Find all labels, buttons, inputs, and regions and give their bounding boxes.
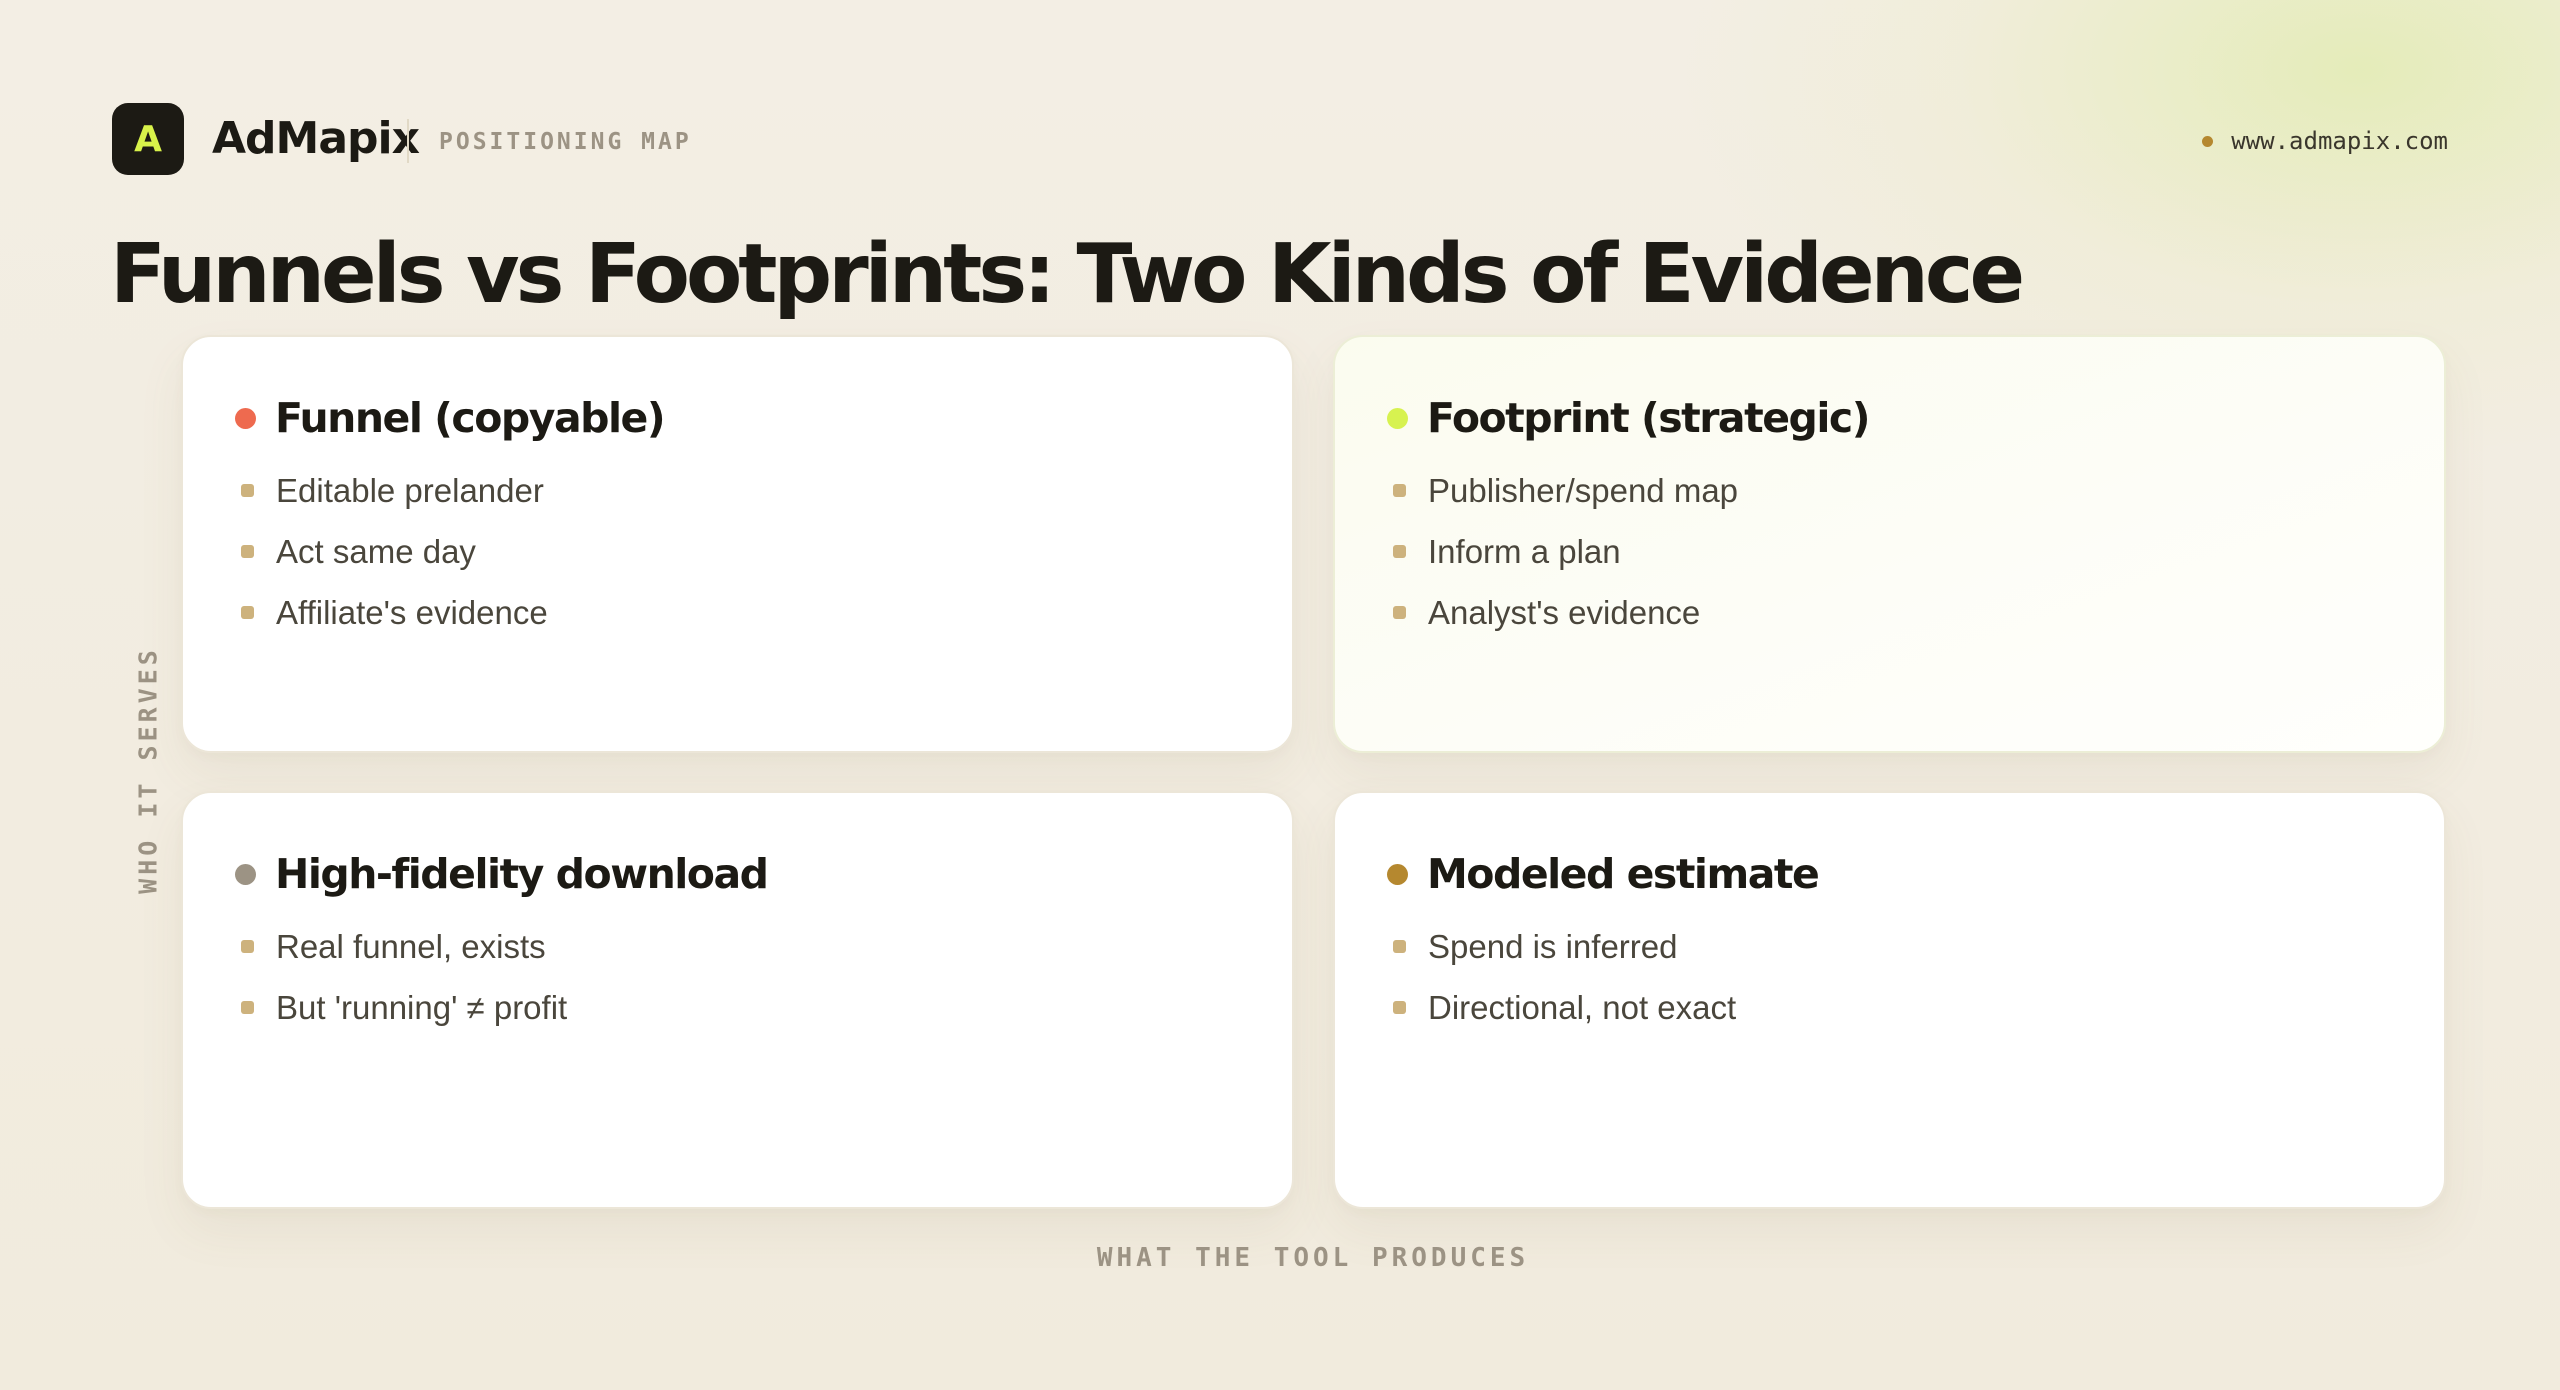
bullet-icon — [1393, 940, 1406, 953]
quadrant-title: Modeled estimate — [1427, 850, 1820, 898]
quadrant-header: Footprint (strategic) — [1387, 392, 2444, 444]
list-item: Editable prelander — [235, 460, 1292, 521]
quadrant-footprint-strategic: Footprint (strategic) Publisher/spend ma… — [1333, 335, 2446, 753]
quadrant-high-fidelity-download: High-fidelity download Real funnel, exis… — [181, 791, 1294, 1209]
list-item-text: Inform a plan — [1428, 532, 1621, 570]
dot-icon — [1387, 407, 1408, 429]
quadrant-list: Publisher/spend map Inform a plan Analys… — [1387, 460, 2444, 643]
list-item-text: Analyst's evidence — [1428, 593, 1701, 631]
list-item-text: Editable prelander — [276, 471, 544, 509]
quadrant-title: Footprint (strategic) — [1427, 394, 1870, 442]
dot-icon — [1387, 863, 1408, 885]
bullet-icon — [241, 1001, 254, 1014]
quadrant-header: High-fidelity download — [235, 848, 1292, 900]
header: A AdMapix POSITIONING MAP www.admapix.co… — [112, 103, 2448, 175]
list-item: But 'running' ≠ profit — [235, 977, 1292, 1038]
quadrant-header: Modeled estimate — [1387, 848, 2444, 900]
quadrant-modeled-estimate: Modeled estimate Spend is inferred Direc… — [1333, 791, 2446, 1209]
logo-letter: A — [134, 118, 162, 160]
list-item-text: Affiliate's evidence — [276, 593, 548, 631]
site-link[interactable]: www.admapix.com — [2202, 127, 2448, 155]
quadrant-list: Editable prelander Act same day Affiliat… — [235, 460, 1292, 643]
y-axis-label: WHO IT SERVES — [133, 646, 163, 894]
bullet-icon — [1393, 484, 1406, 497]
x-axis-label: WHAT THE TOOL PRODUCES — [1096, 1243, 1530, 1273]
brand-name: AdMapix — [212, 113, 420, 164]
dot-icon — [235, 407, 256, 429]
page-title: Funnels vs Footprints: Two Kinds of Evid… — [110, 227, 2025, 322]
dot-icon — [235, 863, 256, 885]
list-item: Act same day — [235, 521, 1292, 582]
list-item: Affiliate's evidence — [235, 582, 1292, 643]
quadrant-title: Funnel (copyable) — [275, 394, 666, 442]
bullet-icon — [1393, 545, 1406, 558]
quadrant-funnel-copyable: Funnel (copyable) Editable prelander Act… — [181, 335, 1294, 753]
list-item: Inform a plan — [1387, 521, 2444, 582]
bullet-icon — [241, 940, 254, 953]
list-item: Publisher/spend map — [1387, 460, 2444, 521]
list-item-text: But 'running' ≠ profit — [276, 988, 568, 1026]
bullet-icon — [241, 545, 254, 558]
quadrant-list: Real funnel, exists But 'running' ≠ prof… — [235, 916, 1292, 1038]
bullet-icon — [241, 484, 254, 497]
list-item-text: Real funnel, exists — [276, 927, 546, 965]
list-item-text: Act same day — [276, 532, 476, 570]
quadrant-header: Funnel (copyable) — [235, 392, 1292, 444]
header-divider — [407, 119, 409, 163]
list-item-text: Publisher/spend map — [1428, 471, 1739, 509]
list-item: Directional, not exact — [1387, 977, 2444, 1038]
site-url: www.admapix.com — [2231, 127, 2448, 155]
list-item: Analyst's evidence — [1387, 582, 2444, 643]
bullet-icon — [1393, 1001, 1406, 1014]
list-item-text: Spend is inferred — [1428, 927, 1678, 965]
list-item: Real funnel, exists — [235, 916, 1292, 977]
quadrant-list: Spend is inferred Directional, not exact — [1387, 916, 2444, 1038]
site-dot-icon — [2202, 135, 2214, 147]
section-tag: POSITIONING MAP — [439, 129, 692, 155]
list-item: Spend is inferred — [1387, 916, 2444, 977]
list-item-text: Directional, not exact — [1428, 988, 1737, 1026]
quadrant-title: High-fidelity download — [275, 850, 769, 898]
logo-icon: A — [112, 103, 184, 175]
bullet-icon — [1393, 606, 1406, 619]
bullet-icon — [241, 606, 254, 619]
